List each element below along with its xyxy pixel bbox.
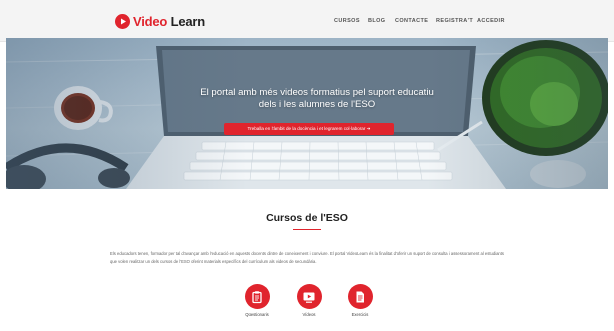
course-videos[interactable]: Vídeos xyxy=(284,284,334,317)
course-label: Qüestionaris xyxy=(245,312,269,317)
nav-contacte[interactable]: CONTACTE xyxy=(395,18,428,24)
title-divider xyxy=(293,229,321,230)
hero-banner: El portal amb més videos formatius pel s… xyxy=(6,38,608,189)
nav-registrat[interactable]: REGISTRA'T xyxy=(436,18,473,24)
site-header: Video Learn CURSOS BLOG CONTACTE REGISTR… xyxy=(0,0,614,42)
hero-overlay xyxy=(6,38,608,189)
course-questionaris[interactable]: Qüestionaris xyxy=(232,284,282,317)
main-nav: CURSOS BLOG CONTACTE REGISTRA'T ACCEDIR xyxy=(0,18,614,28)
nav-blog[interactable]: BLOG xyxy=(368,18,386,24)
courses-description: Els educadors tenen, formador per tal d'… xyxy=(110,251,504,264)
document-icon xyxy=(347,284,373,309)
hero-title-line2: dels i les alumnes de l'ESO xyxy=(258,99,376,110)
courses-title: Cursos de l'ESO xyxy=(266,212,348,224)
hero-cta-button[interactable]: Treballa en l'àmbit de la docència i et … xyxy=(224,123,394,135)
clipboard-icon xyxy=(244,284,270,309)
nav-cursos[interactable]: CURSOS xyxy=(334,18,360,24)
video-icon xyxy=(296,284,322,309)
hero-title-line1: El portal amb més videos formatius pel s… xyxy=(200,87,434,98)
hero-title: El portal amb més videos formatius pel s… xyxy=(156,87,478,111)
course-label: Vídeos xyxy=(302,312,316,317)
nav-accedir[interactable]: ACCEDIR xyxy=(477,18,505,24)
course-exercicis[interactable]: Exercicis xyxy=(335,284,385,317)
course-label: Exercicis xyxy=(351,312,369,317)
